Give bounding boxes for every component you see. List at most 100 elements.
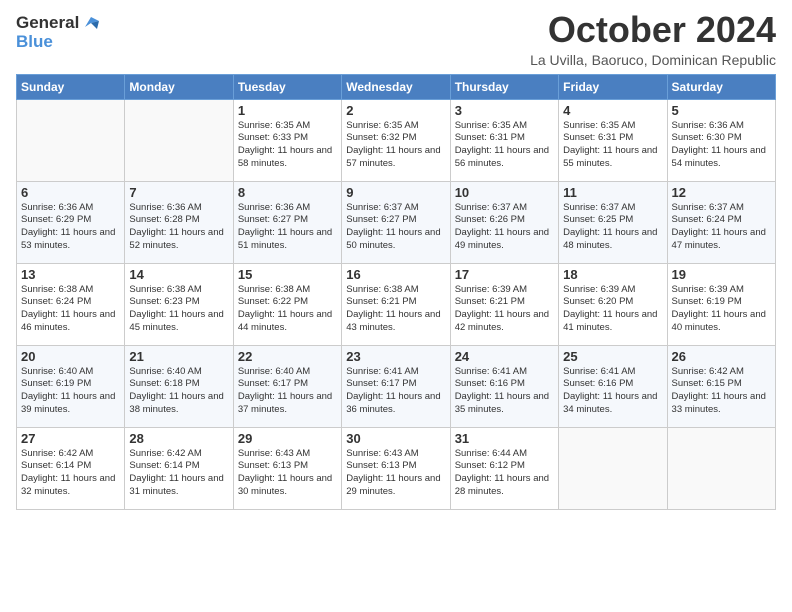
header: General Blue October 2024 La Uvilla, Bao…: [16, 10, 776, 68]
table-row: 24 Sunrise: 6:41 AMSunset: 6:16 PMDayligh…: [450, 345, 558, 427]
table-row: 6Sunrise: 6:36 AMSunset: 6:29 PMDaylight…: [17, 181, 125, 263]
table-row: [125, 99, 233, 181]
cell-text: Sunrise: 6:42 AMSunset: 6:14 PMDaylight:…: [129, 448, 223, 497]
day-number: 23: [346, 349, 445, 364]
table-row: 28Sunrise: 6:42 AMSunset: 6:14 PMDayligh…: [125, 427, 233, 509]
table-row: 18 Sunrise: 6:39 AMSunset: 6:20 PMDayligh…: [559, 263, 667, 345]
cell-text: Sunrise: 6:38 AMSunset: 6:24 PMDaylight:…: [21, 284, 115, 333]
day-number: 14: [129, 267, 228, 282]
cell-text: Sunrise: 6:40 AMSunset: 6:17 PMDaylight:…: [238, 366, 332, 415]
table-row: 23 Sunrise: 6:41 AMSunset: 6:17 PMDayligh…: [342, 345, 450, 427]
cell-text: Sunrise: 6:39 AMSunset: 6:19 PMDaylight:…: [672, 284, 766, 333]
day-number: 3: [455, 103, 554, 118]
table-row: 14 Sunrise: 6:38 AMSunset: 6:23 PMDayligh…: [125, 263, 233, 345]
calendar-header-row: Sunday Monday Tuesday Wednesday Thursday…: [17, 74, 776, 99]
table-row: 8 Sunrise: 6:36 AMSunset: 6:27 PMDaylight…: [233, 181, 341, 263]
logo: General Blue: [16, 14, 99, 51]
cell-text: Sunrise: 6:37 AMSunset: 6:25 PMDaylight:…: [563, 202, 657, 251]
table-row: 25Sunrise: 6:41 AMSunset: 6:16 PMDayligh…: [559, 345, 667, 427]
logo-text-general: General: [16, 14, 79, 33]
cell-text: Sunrise: 6:38 AMSunset: 6:21 PMDaylight:…: [346, 284, 440, 333]
day-number: 17: [455, 267, 554, 282]
table-row: 7Sunrise: 6:36 AMSunset: 6:28 PMDaylight…: [125, 181, 233, 263]
day-number: 12: [672, 185, 771, 200]
header-sunday: Sunday: [17, 74, 125, 99]
calendar-week-row: 20Sunrise: 6:40 AMSunset: 6:19 PMDayligh…: [17, 345, 776, 427]
calendar-table: Sunday Monday Tuesday Wednesday Thursday…: [16, 74, 776, 510]
table-row: 2 Sunrise: 6:35 AMSunset: 6:32 PMDaylight…: [342, 99, 450, 181]
day-number: 4: [563, 103, 662, 118]
table-row: 3Sunrise: 6:35 AMSunset: 6:31 PMDaylight…: [450, 99, 558, 181]
table-row: 12 Sunrise: 6:37 AMSunset: 6:24 PMDayligh…: [667, 181, 775, 263]
cell-text: Sunrise: 6:40 AMSunset: 6:19 PMDaylight:…: [21, 366, 115, 415]
table-row: [667, 427, 775, 509]
day-number: 24: [455, 349, 554, 364]
day-number: 15: [238, 267, 337, 282]
cell-text: Sunrise: 6:37 AMSunset: 6:26 PMDaylight:…: [455, 202, 549, 251]
table-row: 31Sunrise: 6:44 AMSunset: 6:12 PMDayligh…: [450, 427, 558, 509]
day-number: 11: [563, 185, 662, 200]
header-monday: Monday: [125, 74, 233, 99]
logo-bird-icon: [81, 13, 99, 31]
cell-text: Sunrise: 6:35 AMSunset: 6:31 PMDaylight:…: [563, 120, 657, 169]
cell-text: Sunrise: 6:41 AMSunset: 6:16 PMDaylight:…: [563, 366, 657, 415]
day-number: 16: [346, 267, 445, 282]
day-number: 8: [238, 185, 337, 200]
table-row: 19 Sunrise: 6:39 AMSunset: 6:19 PMDayligh…: [667, 263, 775, 345]
table-row: 27 Sunrise: 6:42 AMSunset: 6:14 PMDayligh…: [17, 427, 125, 509]
table-row: 20Sunrise: 6:40 AMSunset: 6:19 PMDayligh…: [17, 345, 125, 427]
header-friday: Friday: [559, 74, 667, 99]
cell-text: Sunrise: 6:41 AMSunset: 6:17 PMDaylight:…: [346, 366, 440, 415]
calendar-week-row: 27 Sunrise: 6:42 AMSunset: 6:14 PMDayligh…: [17, 427, 776, 509]
day-number: 27: [21, 431, 120, 446]
cell-text: Sunrise: 6:35 AMSunset: 6:32 PMDaylight:…: [346, 120, 440, 169]
day-number: 21: [129, 349, 228, 364]
day-number: 2: [346, 103, 445, 118]
day-number: 29: [238, 431, 337, 446]
table-row: 13 Sunrise: 6:38 AMSunset: 6:24 PMDayligh…: [17, 263, 125, 345]
day-number: 30: [346, 431, 445, 446]
table-row: 9 Sunrise: 6:37 AMSunset: 6:27 PMDaylight…: [342, 181, 450, 263]
day-number: 13: [21, 267, 120, 282]
header-wednesday: Wednesday: [342, 74, 450, 99]
day-number: 18: [563, 267, 662, 282]
header-saturday: Saturday: [667, 74, 775, 99]
cell-text: Sunrise: 6:36 AMSunset: 6:27 PMDaylight:…: [238, 202, 332, 251]
table-row: 5Sunrise: 6:36 AMSunset: 6:30 PMDaylight…: [667, 99, 775, 181]
cell-text: Sunrise: 6:36 AMSunset: 6:29 PMDaylight:…: [21, 202, 115, 251]
table-row: 11 Sunrise: 6:37 AMSunset: 6:25 PMDayligh…: [559, 181, 667, 263]
cell-text: Sunrise: 6:39 AMSunset: 6:20 PMDaylight:…: [563, 284, 657, 333]
calendar-week-row: 13 Sunrise: 6:38 AMSunset: 6:24 PMDayligh…: [17, 263, 776, 345]
cell-text: Sunrise: 6:43 AMSunset: 6:13 PMDaylight:…: [238, 448, 332, 497]
header-tuesday: Tuesday: [233, 74, 341, 99]
calendar-week-row: 1 Sunrise: 6:35 AMSunset: 6:33 PMDaylight…: [17, 99, 776, 181]
cell-text: Sunrise: 6:35 AMSunset: 6:33 PMDaylight:…: [238, 120, 332, 169]
header-thursday: Thursday: [450, 74, 558, 99]
table-row: 22 Sunrise: 6:40 AMSunset: 6:17 PMDayligh…: [233, 345, 341, 427]
day-number: 22: [238, 349, 337, 364]
day-number: 31: [455, 431, 554, 446]
location-title: La Uvilla, Baoruco, Dominican Republic: [530, 52, 776, 68]
day-number: 26: [672, 349, 771, 364]
cell-text: Sunrise: 6:37 AMSunset: 6:24 PMDaylight:…: [672, 202, 766, 251]
cell-text: Sunrise: 6:41 AMSunset: 6:16 PMDaylight:…: [455, 366, 549, 415]
cell-text: Sunrise: 6:40 AMSunset: 6:18 PMDaylight:…: [129, 366, 223, 415]
table-row: 15 Sunrise: 6:38 AMSunset: 6:22 PMDayligh…: [233, 263, 341, 345]
table-row: 29 Sunrise: 6:43 AMSunset: 6:13 PMDayligh…: [233, 427, 341, 509]
table-row: 21 Sunrise: 6:40 AMSunset: 6:18 PMDayligh…: [125, 345, 233, 427]
day-number: 19: [672, 267, 771, 282]
cell-text: Sunrise: 6:37 AMSunset: 6:27 PMDaylight:…: [346, 202, 440, 251]
cell-text: Sunrise: 6:39 AMSunset: 6:21 PMDaylight:…: [455, 284, 549, 333]
table-row: [559, 427, 667, 509]
cell-text: Sunrise: 6:38 AMSunset: 6:22 PMDaylight:…: [238, 284, 332, 333]
cell-text: Sunrise: 6:38 AMSunset: 6:23 PMDaylight:…: [129, 284, 223, 333]
month-title: October 2024: [530, 10, 776, 50]
day-number: 10: [455, 185, 554, 200]
day-number: 7: [129, 185, 228, 200]
title-area: October 2024 La Uvilla, Baoruco, Dominic…: [530, 10, 776, 68]
cell-text: Sunrise: 6:42 AMSunset: 6:14 PMDaylight:…: [21, 448, 115, 497]
day-number: 9: [346, 185, 445, 200]
logo-text-blue: Blue: [16, 33, 99, 52]
table-row: 10 Sunrise: 6:37 AMSunset: 6:26 PMDayligh…: [450, 181, 558, 263]
day-number: 1: [238, 103, 337, 118]
